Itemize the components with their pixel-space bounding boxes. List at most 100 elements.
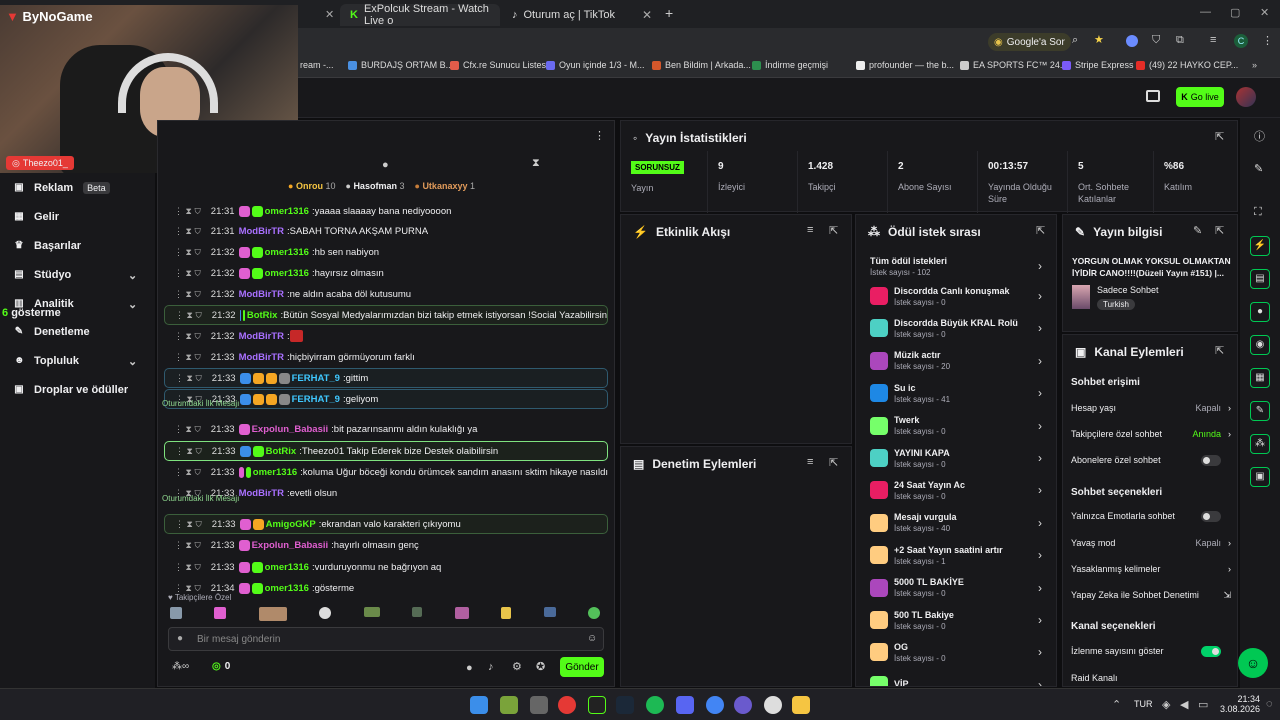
setting-emotes-only[interactable]: Yalnızca Emotlarla sohbet bbox=[1071, 510, 1231, 522]
popout-icon[interactable]: ⇱ bbox=[1215, 344, 1224, 357]
message-username[interactable]: omer1316 bbox=[265, 268, 309, 279]
app-circle-icon[interactable] bbox=[734, 696, 752, 714]
message-username[interactable]: ModBirTR bbox=[239, 352, 284, 363]
reward-item[interactable]: Discordda Canlı konuşmak İstek sayısı - 0… bbox=[870, 281, 1042, 311]
chat-message[interactable]: ⋮ ⧗ ⛉ 21:32 ModBirTR: ne aldın acaba döl k… bbox=[164, 284, 608, 304]
volume-icon[interactable]: ◀ bbox=[1180, 698, 1188, 711]
popout-icon[interactable]: ⇱ bbox=[829, 456, 838, 469]
reward-item[interactable]: Discordda Büyük KRAL Rolü İstek sayısı - … bbox=[870, 313, 1042, 343]
rail-bag-button[interactable]: ▣ bbox=[1250, 467, 1270, 487]
notification-icon[interactable]: ◌ bbox=[1266, 698, 1273, 710]
record-icon[interactable] bbox=[764, 696, 782, 714]
chat-message[interactable]: ⋮ ⧗ ⛉ 21:33 BotRix: Theezo01 Takip Ederek … bbox=[164, 441, 608, 461]
reward-item[interactable]: YAYINI KAPA İstek sayısı - 0 › bbox=[870, 443, 1042, 473]
sidebar-item-reklam[interactable]: ▣ Reklam Beta bbox=[14, 182, 110, 194]
new-tab-button[interactable]: + bbox=[665, 5, 673, 21]
message-actions-icon[interactable]: ⋮ ⧗ ⛉ bbox=[174, 352, 201, 363]
emote-icon[interactable] bbox=[319, 607, 332, 619]
sidebar-item-droplar[interactable]: ▣ Droplar ve ödüller bbox=[14, 384, 128, 396]
chat-message[interactable]: ⋮ ⧗ ⛉ 21:33 AmigoGKP: ekrandan valo karakt… bbox=[164, 514, 608, 534]
bookmark-item[interactable]: ream -... bbox=[300, 60, 334, 70]
go-live-button[interactable]: K Go live bbox=[1176, 87, 1224, 107]
bell-icon[interactable]: ♪ bbox=[488, 661, 494, 673]
minimize-icon[interactable]: — bbox=[1200, 6, 1211, 18]
battery-icon[interactable]: ▭ bbox=[1198, 698, 1208, 711]
popout-icon[interactable]: ⇱ bbox=[1215, 130, 1224, 143]
show-viewers-toggle[interactable] bbox=[1201, 645, 1221, 657]
message-username[interactable]: AmigoGKP bbox=[266, 519, 316, 530]
message-actions-icon[interactable]: ⋮ ⧗ ⛉ bbox=[174, 424, 201, 435]
tray-chevron-icon[interactable]: ⌃ bbox=[1112, 698, 1121, 711]
youtube-icon[interactable] bbox=[558, 696, 576, 714]
profile-avatar[interactable]: C bbox=[1234, 34, 1248, 48]
reward-item[interactable]: 500 TL Bakiye İstek sayısı - 0 › bbox=[870, 605, 1042, 635]
popout-icon[interactable]: ⇱ bbox=[1036, 224, 1045, 237]
message-actions-icon[interactable]: ⋮ ⧗ ⛉ bbox=[174, 331, 201, 342]
sidebar-item-basarilar[interactable]: ♛ Başarılar bbox=[14, 240, 82, 252]
chat-message[interactable]: ⋮ ⧗ ⛉ 21:32 BotRix: Bütün Sosyal Medyaları… bbox=[164, 305, 608, 325]
bookmark-item[interactable]: Stripe Express bbox=[1062, 60, 1134, 70]
kicks-icon[interactable]: ⁂∞ bbox=[172, 661, 189, 672]
chat-settings-bubble-icon[interactable]: ● bbox=[466, 662, 473, 674]
emote-icon[interactable] bbox=[501, 607, 512, 619]
badge-icon[interactable]: ✪ bbox=[536, 660, 545, 673]
google-ask-button[interactable]: ◉ Google'a Sor bbox=[988, 33, 1071, 51]
bookmark-item[interactable]: Ben Bildim | Arkada... bbox=[652, 60, 751, 70]
expand-icon[interactable]: ⛶ bbox=[1254, 206, 1262, 219]
message-username[interactable]: ModBirTR bbox=[239, 289, 284, 300]
gear-icon[interactable]: ⚙ bbox=[512, 660, 522, 673]
emote-icon[interactable] bbox=[412, 607, 423, 617]
setting-followers-only[interactable]: Takipçilere özel sohbet Anında › bbox=[1071, 429, 1231, 439]
message-username[interactable]: omer1316 bbox=[265, 562, 309, 573]
reward-item[interactable]: 5000 TL BAKİYE İstek sayısı - 0 › bbox=[870, 573, 1042, 603]
chat-message[interactable]: ⋮ ⧗ ⛉ 21:33 FERHAT_9: gittim bbox=[164, 368, 608, 388]
rail-activity-button[interactable]: ⚡ bbox=[1250, 236, 1270, 256]
hourglass-icon[interactable]: ⧗ bbox=[532, 157, 540, 170]
close-window-icon[interactable]: ✕ bbox=[1260, 6, 1269, 19]
message-actions-icon[interactable]: ⋮ ⧗ ⛉ bbox=[174, 467, 201, 478]
reward-all[interactable]: Tüm ödül istekleri İstek sayısı - 102 › bbox=[870, 251, 1042, 281]
camera-icon[interactable] bbox=[1146, 90, 1160, 102]
emote-icon[interactable] bbox=[363, 607, 380, 617]
network-icon[interactable]: ◈ bbox=[1162, 698, 1170, 711]
kick-app-icon[interactable] bbox=[588, 696, 606, 714]
chat-message[interactable]: ⋮ ⧗ ⛉ 21:32 omer1316: hb sen nabiyon bbox=[164, 242, 608, 262]
category-name[interactable]: Sadece Sohbet bbox=[1097, 285, 1159, 295]
clock[interactable]: 21:34 3.08.2026 bbox=[1218, 694, 1260, 714]
sidebar-item-studyo[interactable]: ▤ Stüdyo ⌄ bbox=[14, 269, 137, 282]
message-username[interactable]: omer1316 bbox=[265, 583, 309, 594]
shield-icon[interactable]: ⛉ bbox=[1152, 34, 1160, 47]
bookmark-item[interactable]: BURDAJŞ ORTAM B... bbox=[348, 60, 453, 70]
message-username[interactable]: FERHAT_9 bbox=[292, 394, 340, 405]
rail-broadcast-button[interactable]: ◉ bbox=[1250, 335, 1270, 355]
support-chat-button[interactable]: ☺ bbox=[1238, 648, 1268, 678]
bookmark-item[interactable]: profounder — the b... bbox=[856, 60, 954, 70]
popout-icon[interactable]: ⇱ bbox=[829, 224, 838, 237]
emoji-icon[interactable]: ☺ bbox=[587, 633, 597, 644]
browser-tab-kick[interactable]: K ExPolcuk Stream - Watch Live o bbox=[340, 3, 500, 27]
zoom-icon[interactable]: ⌕ bbox=[1072, 34, 1078, 47]
user-avatar[interactable] bbox=[1236, 87, 1256, 107]
chat-message[interactable]: ⋮ ⧗ ⛉ 21:33 omer1316: koluma Uğur böceği k… bbox=[164, 462, 608, 482]
message-actions-icon[interactable]: ⋮ ⧗ ⛉ bbox=[175, 446, 202, 457]
channel-points[interactable]: ◎ 0 bbox=[212, 661, 230, 672]
message-username[interactable]: omer1316 bbox=[265, 206, 309, 217]
chat-message[interactable]: ⋮ ⧗ ⛉ 21:33 omer1316: vurduruyonmu ne bağr… bbox=[164, 557, 608, 577]
message-actions-icon[interactable]: ⋮ ⧗ ⛉ bbox=[175, 373, 202, 384]
message-username[interactable]: ModBirTR bbox=[239, 226, 284, 237]
rail-chat-button[interactable]: ● bbox=[1250, 302, 1270, 322]
message-username[interactable]: FERHAT_9 bbox=[292, 373, 340, 384]
filter-icon[interactable]: ≡ bbox=[807, 456, 813, 468]
chat-message[interactable]: ⋮ ⧗ ⛉ 21:33 Expolun_Babasii: bit pazarınsa… bbox=[164, 419, 608, 439]
language-indicator[interactable]: TUR bbox=[1134, 699, 1153, 709]
maximize-icon[interactable]: ▢ bbox=[1230, 6, 1240, 19]
chat-message[interactable]: ⋮ ⧗ ⛉ 21:31 omer1316: yaaaa slaaaay bana n… bbox=[164, 201, 608, 221]
rail-list-button[interactable]: ▤ bbox=[1250, 269, 1270, 289]
filter-icon[interactable]: ≡ bbox=[807, 224, 813, 236]
puzzle-icon[interactable]: ⧉ bbox=[1176, 34, 1184, 47]
chat-message[interactable]: ⋮ ⧗ ⛉ 21:33 ModBirTR: hiçbiyirram görmüyor… bbox=[164, 347, 608, 367]
reward-item[interactable]: OG İstek sayısı - 0 › bbox=[870, 637, 1042, 667]
folder-icon[interactable] bbox=[792, 696, 810, 714]
message-username[interactable]: BotRix bbox=[266, 446, 297, 457]
send-button[interactable]: Gönder bbox=[560, 657, 604, 677]
